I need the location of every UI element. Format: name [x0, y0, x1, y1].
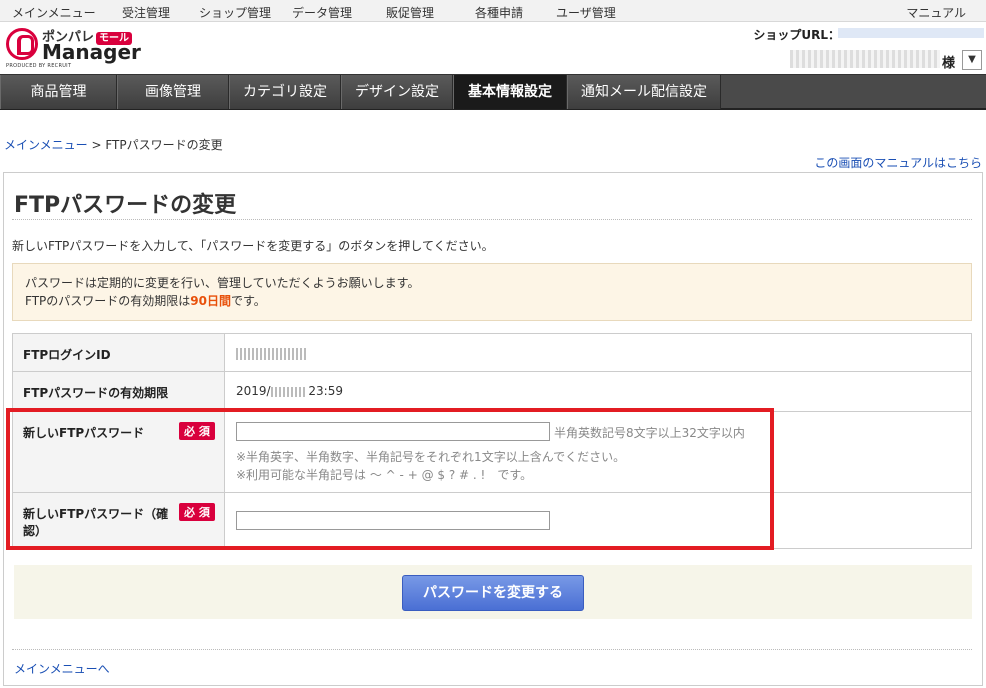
new-password-length-hint: 半角英数記号8文字以上32文字以内 [554, 426, 745, 440]
top-menu-manual[interactable]: マニュアル [906, 4, 966, 21]
breadcrumb-home-link[interactable]: メインメニュー [4, 138, 88, 152]
table-row: FTPログインID [13, 334, 971, 372]
tab-notification-mail[interactable]: 通知メール配信設定 [567, 75, 721, 109]
top-menu-shop[interactable]: ショップ管理 [199, 4, 271, 21]
notice-line-2: FTPのパスワードの有効期限は90日間です。 [25, 294, 266, 308]
login-id-label: FTPログインID [13, 334, 225, 371]
intro-text: 新しいFTPパスワードを入力して、「パスワードを変更する」のボタンを押してくださ… [12, 239, 494, 253]
shop-dropdown-button[interactable]: ▼ [962, 50, 982, 70]
logo-produced-by: PRODUCED BY RECRUIT [6, 63, 72, 69]
ponpare-manager-logo[interactable]: ポンパレ モール Manager PRODUCED BY RECRUIT [6, 26, 141, 70]
table-row: FTPパスワードの有効期限 2019/ 23:59 [13, 372, 971, 412]
shop-url-value-redacted[interactable] [838, 28, 984, 38]
tab-products[interactable]: 商品管理 [0, 75, 117, 109]
back-to-main-menu-link[interactable]: メインメニューへ [14, 660, 110, 677]
login-id-redacted [236, 347, 306, 360]
table-row: 新しいFTPパスワード（確 認） 必 須 [13, 493, 971, 549]
notice-line-1: パスワードは定期的に変更を行い、管理していただくようお願いします。 [25, 276, 420, 290]
table-row: 新しいFTPパスワード 必 須 半角英数記号8文字以上32文字以内 ※半角英字、… [13, 412, 971, 493]
breadcrumb-separator: > [87, 138, 106, 152]
notice-expiry-days: 90日間 [190, 294, 231, 308]
ponpare-logo-icon [6, 28, 38, 60]
login-id-value [226, 334, 971, 371]
page-title: FTPパスワードの変更 [14, 193, 237, 218]
shop-name-redacted [790, 50, 940, 68]
new-password-note-2: ※利用可能な半角記号は ～ ^ - + @ $ ? # . ! です。 [236, 468, 533, 482]
new-password-label: 新しいFTPパスワード 必 須 [13, 412, 225, 492]
expiry-value: 2019/ 23:59 [236, 384, 343, 398]
tab-design[interactable]: デザイン設定 [341, 75, 453, 109]
required-badge: 必 須 [179, 422, 215, 440]
tab-basic-info[interactable]: 基本情報設定 [453, 75, 567, 109]
bottom-divider [12, 649, 972, 650]
top-menu-users[interactable]: ユーザ管理 [556, 4, 616, 21]
expiry-label: FTPパスワードの有効期限 [13, 372, 225, 411]
submit-area: パスワードを変更する [14, 565, 972, 619]
tab-images[interactable]: 画像管理 [117, 75, 229, 109]
main-panel: FTPパスワードの変更 新しいFTPパスワードを入力して、「パスワードを変更する… [3, 172, 983, 686]
expiry-date-redacted [270, 386, 305, 397]
tab-categories[interactable]: カテゴリ設定 [229, 75, 341, 109]
new-password-note-1: ※半角英字、半角数字、半角記号をそれぞれ1文字以上含んでください。 [236, 450, 626, 464]
breadcrumb-current: FTPパスワードの変更 [105, 138, 223, 152]
password-notice-box: パスワードは定期的に変更を行い、管理していただくようお願いします。 FTPのパス… [12, 263, 972, 321]
shop-url-label: ショップURL： [753, 28, 840, 42]
main-nav: 商品管理 画像管理 カテゴリ設定 デザイン設定 基本情報設定 通知メール配信設定 [0, 74, 986, 110]
top-menu-applications[interactable]: 各種申請 [475, 4, 523, 21]
shop-name-suffix: 様 [942, 56, 956, 71]
top-menu-bar: メインメニュー 受注管理 ショップ管理 データ管理 販促管理 各種申請 ユーザ管… [0, 0, 986, 22]
top-menu-main[interactable]: メインメニュー [12, 4, 96, 21]
ftp-form-table: FTPログインID FTPパスワードの有効期限 2019/ 23:59 新しいF… [12, 333, 972, 549]
required-badge: 必 須 [179, 503, 215, 521]
top-menu-orders[interactable]: 受注管理 [122, 4, 170, 21]
page-manual-link[interactable]: この画面のマニュアルはこちら [814, 154, 982, 171]
breadcrumb: メインメニュー > FTPパスワードの変更 [4, 136, 223, 153]
logo-manager-text: Manager [42, 40, 141, 64]
top-menu-promotion[interactable]: 販促管理 [386, 4, 434, 21]
header: ポンパレ モール Manager PRODUCED BY RECRUIT ショップ… [0, 22, 986, 74]
confirm-password-label: 新しいFTPパスワード（確 認） 必 須 [13, 493, 225, 549]
top-menu-data[interactable]: データ管理 [292, 4, 352, 21]
new-password-input[interactable] [236, 422, 550, 441]
change-password-button[interactable]: パスワードを変更する [402, 575, 584, 611]
confirm-password-input[interactable] [236, 511, 550, 530]
title-divider [12, 219, 972, 220]
